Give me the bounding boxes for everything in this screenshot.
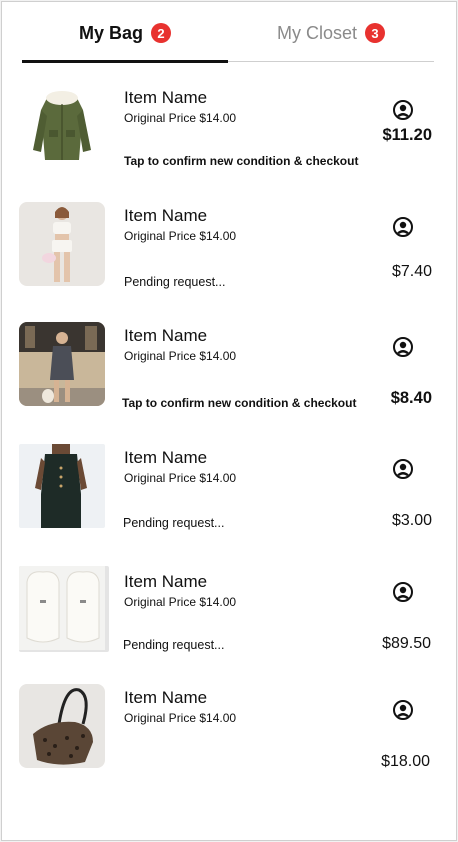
item-price: $11.20 — [382, 126, 432, 144]
tab-my-closet[interactable]: My Closet 3 — [228, 2, 434, 64]
bag-item[interactable]: Item Name Original Price $14.00 $18.00 — [2, 676, 456, 786]
item-name: Item Name — [124, 572, 208, 591]
user-circle-icon[interactable] — [393, 700, 413, 720]
item-original-price: Original Price $14.00 — [124, 349, 237, 363]
confirm-checkout-link[interactable]: Tap to confirm new condition & checkout — [122, 396, 356, 410]
user-circle-icon[interactable] — [393, 459, 413, 479]
tab-my-bag-badge: 2 — [151, 23, 171, 43]
bag-item[interactable]: Item Name Original Price $14.00 Pending … — [2, 558, 456, 668]
item-name: Item Name — [124, 88, 208, 107]
item-name: Item Name — [124, 688, 208, 707]
pending-request-status: Pending request... — [123, 516, 225, 530]
item-original-price: Original Price $14.00 — [124, 111, 237, 125]
tab-my-bag[interactable]: My Bag 2 — [22, 2, 228, 64]
item-price: $3.00 — [391, 512, 432, 529]
user-circle-icon[interactable] — [393, 217, 413, 237]
confirm-checkout-link[interactable]: Tap to confirm new condition & checkout — [124, 154, 358, 168]
item-price: $8.40 — [390, 389, 432, 407]
pending-request-status: Pending request... — [124, 275, 226, 289]
item-thumbnail-mittens[interactable] — [19, 566, 109, 652]
user-circle-icon[interactable] — [393, 100, 413, 120]
item-name: Item Name — [124, 326, 208, 345]
item-thumbnail-dress[interactable] — [19, 322, 105, 406]
bag-item[interactable]: Item Name Original Price $14.00 Pending … — [2, 192, 456, 302]
tab-bar: My Bag 2 My Closet 3 — [22, 2, 434, 64]
bag-item[interactable]: Item Name Original Price $14.00 Tap to c… — [2, 312, 456, 422]
active-tab-indicator — [22, 60, 228, 63]
item-thumbnail-outfit[interactable] — [19, 202, 105, 286]
item-original-price: Original Price $14.00 — [124, 229, 237, 243]
item-thumbnail-parka[interactable] — [19, 80, 105, 166]
tab-my-closet-label: My Closet — [276, 22, 357, 43]
pending-request-status: Pending request... — [123, 638, 225, 652]
item-original-price: Original Price $14.00 — [124, 595, 237, 609]
item-original-price: Original Price $14.00 — [124, 711, 237, 725]
item-price: $18.00 — [381, 753, 430, 770]
phone-screen: My Bag 2 My Closet 3 Item Name Original … — [1, 1, 457, 841]
item-thumbnail-vest[interactable] — [19, 444, 105, 528]
bag-item[interactable]: Item Name Original Price $14.00 Pending … — [2, 434, 456, 544]
bag-item[interactable]: Item Name Original Price $14.00 Tap to c… — [2, 72, 456, 182]
item-name: Item Name — [124, 206, 208, 225]
tab-my-bag-label: My Bag — [78, 22, 143, 43]
tab-divider — [228, 61, 434, 62]
item-price: $7.40 — [391, 263, 432, 280]
item-name: Item Name — [124, 448, 208, 467]
item-original-price: Original Price $14.00 — [124, 471, 237, 485]
user-circle-icon[interactable] — [393, 337, 413, 357]
item-thumbnail-bag[interactable] — [19, 684, 105, 768]
user-circle-icon[interactable] — [393, 582, 413, 602]
item-price: $89.50 — [382, 635, 431, 652]
tab-my-closet-badge: 3 — [365, 23, 385, 43]
